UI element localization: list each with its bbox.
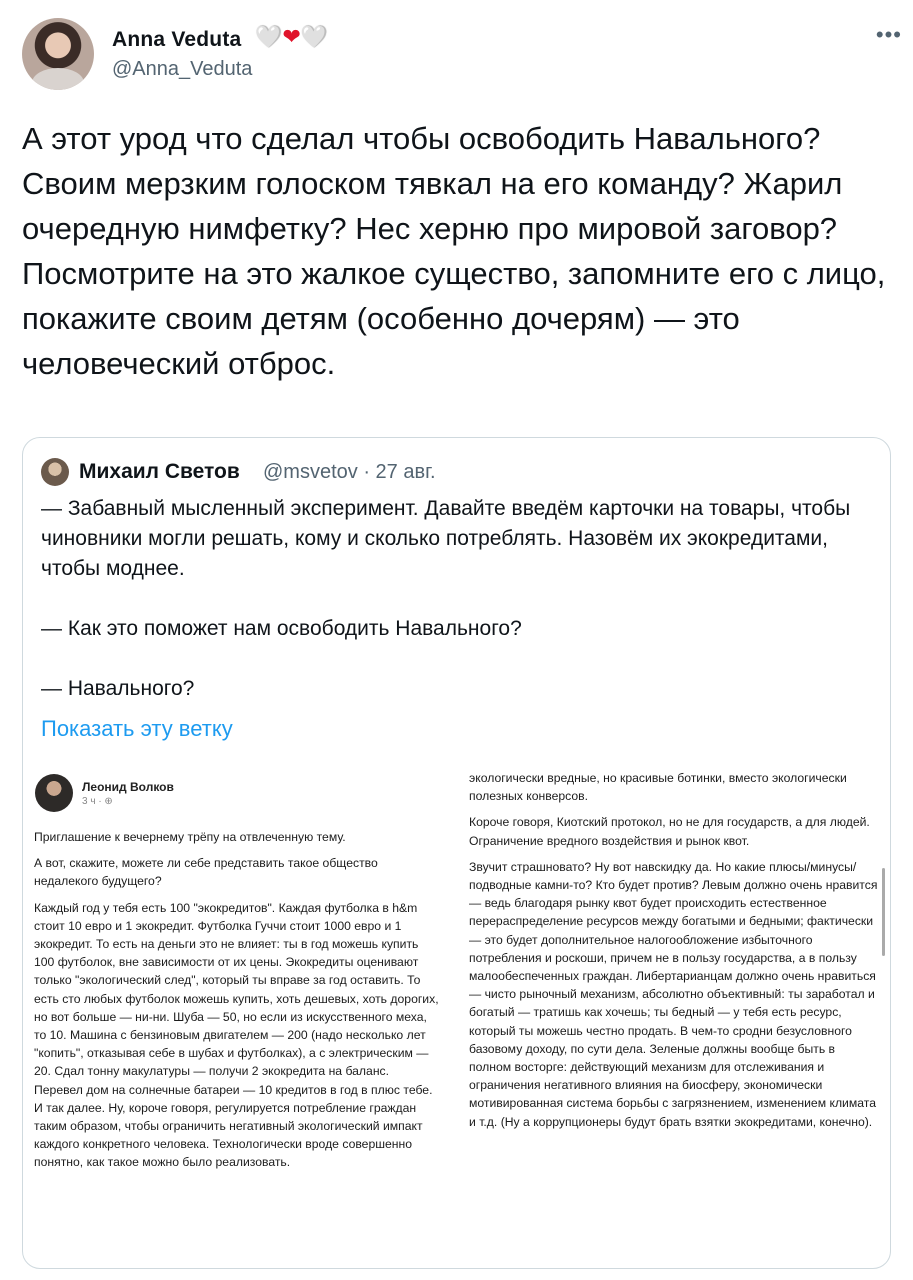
embedded-avatar bbox=[35, 774, 73, 812]
embedded-post-screenshot: Леонид Волков 3 ч · ⊕ Приглашение к вече… bbox=[29, 768, 887, 1263]
quote-author-meta[interactable]: @msvetov · 27 авг. bbox=[263, 461, 436, 484]
embedded-left-column: Приглашение к вечернему трёпу на отвлече… bbox=[34, 828, 439, 1180]
author-name[interactable]: Anna Veduta bbox=[112, 28, 241, 52]
author-handle[interactable]: @Anna_Veduta bbox=[112, 58, 252, 81]
red-heart-icon: ❤ bbox=[282, 24, 301, 49]
embedded-paragraph: Короче говоря, Киотский протокол, но не … bbox=[469, 815, 870, 848]
embedded-right-column: экологически вредные, но красивые ботинк… bbox=[469, 769, 879, 1139]
scrollbar bbox=[882, 868, 885, 956]
embedded-paragraph: А вот, скажите, можете ли себе представи… bbox=[34, 856, 378, 889]
embedded-paragraph: экологически вредные, но красивые ботинк… bbox=[469, 771, 847, 804]
tweet-text: А этот урод что сделал чтобы освободить … bbox=[22, 121, 886, 381]
quote-author-name[interactable]: Михаил Светов bbox=[79, 460, 240, 484]
quote-paragraph: — Забавный мысленный эксперимент. Давайт… bbox=[41, 497, 851, 580]
embedded-paragraph: Звучит страшновато? Ну вот навскидку да.… bbox=[469, 859, 878, 1129]
author-avatar[interactable] bbox=[22, 18, 94, 90]
tweet-header: Anna Veduta 🤍❤🤍 @Anna_Veduta ••• bbox=[22, 14, 902, 94]
embedded-post-meta: 3 ч · ⊕ bbox=[82, 796, 113, 807]
heart-emojis: 🤍❤🤍 bbox=[255, 24, 328, 50]
white-heart-icon: 🤍 bbox=[255, 24, 283, 49]
more-options-icon[interactable]: ••• bbox=[876, 22, 902, 48]
quote-text: — Забавный мысленный эксперимент. Давайт… bbox=[41, 494, 861, 734]
quote-paragraph: — Как это поможет нам освободить Навальн… bbox=[41, 617, 522, 640]
quote-paragraph: — Навального? bbox=[41, 677, 195, 700]
show-thread-link[interactable]: Показать эту ветку bbox=[41, 716, 233, 742]
embedded-paragraph: Каждый год у тебя есть 100 "экокредитов"… bbox=[34, 900, 439, 1170]
white-heart-icon: 🤍 bbox=[300, 24, 329, 49]
quoted-tweet[interactable]: Михаил Светов @msvetov · 27 авг. — Забав… bbox=[22, 437, 891, 1269]
embedded-author-name: Леонид Волков bbox=[82, 780, 174, 794]
quote-author-avatar[interactable] bbox=[41, 458, 69, 486]
embedded-paragraph: Приглашение к вечернему трёпу на отвлече… bbox=[34, 830, 346, 844]
